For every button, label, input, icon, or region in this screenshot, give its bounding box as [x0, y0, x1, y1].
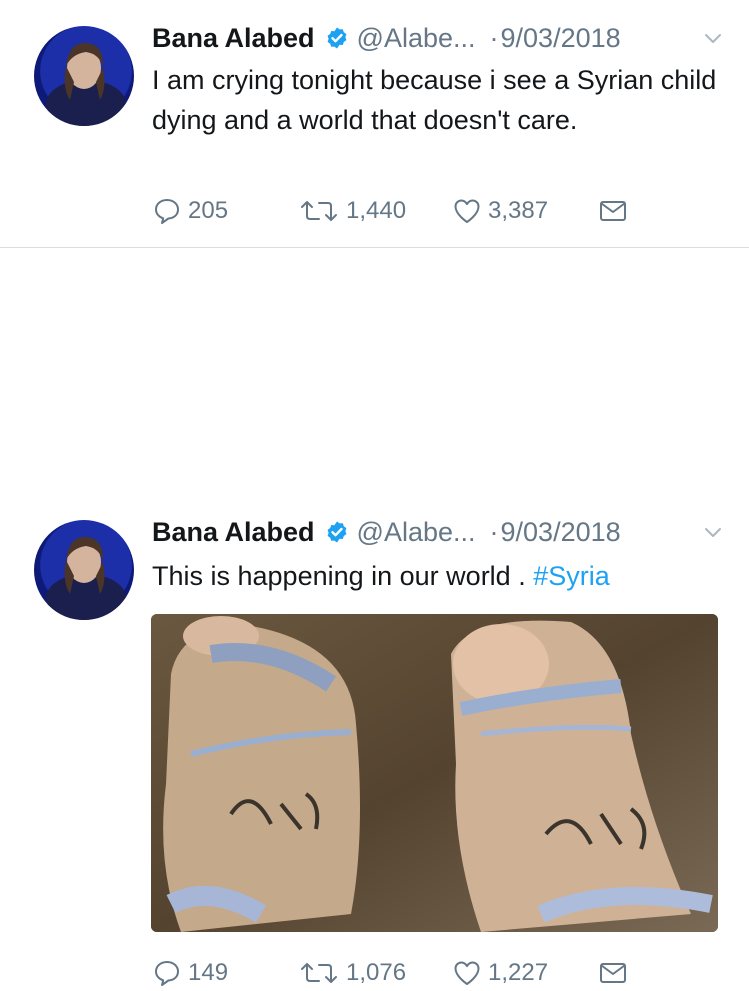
retweet-button[interactable]: 1,440 — [298, 196, 406, 226]
direct-message-icon — [600, 963, 626, 983]
chevron-down-icon[interactable] — [701, 520, 725, 544]
like-icon — [454, 961, 480, 985]
tweet[interactable]: Bana Alabed @Alabe... · 9/03/2018 I am c… — [0, 0, 749, 248]
tweet-text: This is happening in our world . #Syria — [152, 556, 719, 596]
direct-message-button[interactable] — [598, 196, 634, 226]
tweet-media-photo[interactable] — [151, 614, 718, 932]
avatar[interactable] — [34, 26, 134, 126]
retweet-button[interactable]: 1,076 — [298, 958, 406, 988]
retweet-icon — [301, 201, 337, 221]
reply-button[interactable]: 149 — [152, 958, 228, 988]
direct-message-icon — [600, 201, 626, 221]
tweet-header: Bana Alabed @Alabe... · 9/03/2018 — [152, 20, 729, 56]
like-count: 3,387 — [488, 197, 549, 224]
tweet-header: Bana Alabed @Alabe... · 9/03/2018 — [152, 514, 729, 550]
separator-dot: · — [489, 516, 499, 547]
author-handle[interactable]: @Alabe... — [357, 23, 476, 54]
like-count: 1,227 — [488, 959, 549, 986]
reply-count: 149 — [188, 959, 229, 986]
chevron-down-icon[interactable] — [701, 26, 725, 50]
verified-icon — [327, 521, 346, 543]
reply-button[interactable]: 205 — [152, 196, 228, 226]
reply-count: 205 — [188, 197, 229, 224]
verified-icon — [327, 27, 346, 49]
tweet-date[interactable]: 9/03/2018 — [501, 23, 621, 54]
hashtag-link[interactable]: #Syria — [533, 561, 610, 591]
retweet-count: 1,440 — [346, 197, 407, 224]
retweet-icon — [301, 963, 337, 983]
avatar[interactable] — [34, 520, 134, 620]
like-button[interactable]: 3,387 — [452, 196, 548, 226]
tweet[interactable]: Bana Alabed @Alabe... · 9/03/2018 This i… — [0, 248, 749, 986]
separator-dot: · — [489, 22, 499, 53]
like-button[interactable]: 1,227 — [452, 958, 548, 988]
author-handle[interactable]: @Alabe... — [357, 517, 476, 548]
reply-icon — [155, 199, 179, 224]
retweet-count: 1,076 — [346, 959, 407, 986]
tweet-text-body: This is happening in our world . — [152, 561, 534, 591]
direct-message-button[interactable] — [598, 958, 634, 988]
tweet-date[interactable]: 9/03/2018 — [501, 517, 621, 548]
author-name[interactable]: Bana Alabed — [152, 517, 315, 548]
author-name[interactable]: Bana Alabed — [152, 23, 315, 54]
tweet-text: I am crying tonight because i see a Syri… — [152, 65, 717, 135]
reply-icon — [155, 961, 179, 986]
like-icon — [454, 199, 480, 223]
